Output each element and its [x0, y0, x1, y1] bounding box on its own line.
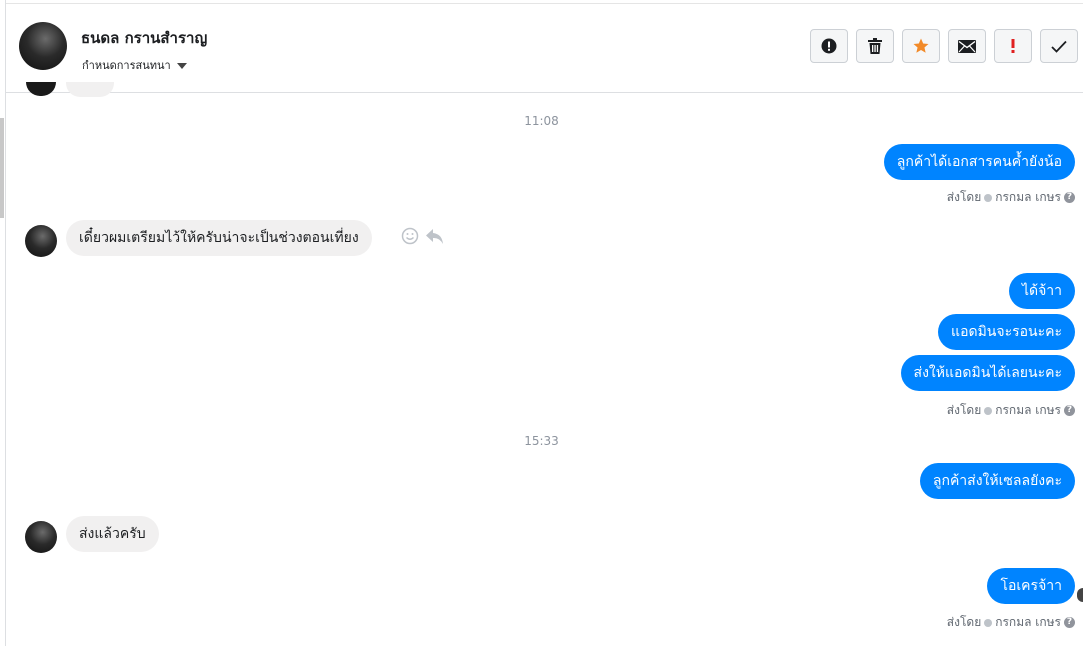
important-button[interactable]: [994, 29, 1032, 63]
schedule-label: กำหนดการสนทนา: [82, 59, 171, 72]
message-outgoing[interactable]: แอดมินจะรอนะคะ: [938, 314, 1075, 350]
avatar[interactable]: [25, 521, 57, 553]
reply-button[interactable]: [425, 228, 444, 250]
caret-down-icon: [176, 62, 187, 69]
mail-icon: [958, 39, 976, 53]
sent-by: ส่งโดย กรกมล เกษร ?: [947, 188, 1075, 207]
done-button[interactable]: [1040, 29, 1078, 63]
check-icon: [1051, 40, 1067, 53]
sender-name[interactable]: กรกมล เกษร: [995, 613, 1061, 632]
trash-icon: [868, 38, 882, 54]
help-icon[interactable]: ?: [1064, 192, 1075, 203]
message-outgoing[interactable]: โอเครจ้าา: [987, 568, 1075, 604]
sent-by: ส่งโดย กรกมล เกษร ?: [947, 401, 1075, 420]
message-incoming[interactable]: เดี๋ยวผมเตรียมไว้ให้ครับน่าจะเป็นช่วงตอน…: [66, 220, 372, 256]
message-incoming[interactable]: ส่งแล้วครับ: [66, 516, 159, 552]
left-panel-edge: [0, 0, 6, 646]
avatar[interactable]: [25, 225, 57, 257]
important-icon: [1011, 39, 1015, 53]
sender-name[interactable]: กรกมล เกษร: [995, 401, 1061, 420]
sender-name[interactable]: กรกมล เกษร: [995, 188, 1061, 207]
reply-icon: [426, 229, 443, 244]
admin-icon: [984, 193, 993, 202]
admin-icon: [984, 618, 993, 627]
read-receipt: [1077, 588, 1083, 602]
star-icon: [913, 38, 929, 53]
mail-button[interactable]: [948, 29, 986, 63]
admin-icon: [984, 406, 993, 415]
sent-by-label: ส่งโดย: [946, 403, 982, 417]
scrollbar[interactable]: [0, 118, 4, 218]
toolbar: [810, 29, 1078, 63]
star-button[interactable]: [902, 29, 940, 63]
avatar[interactable]: [19, 22, 67, 70]
message-outgoing[interactable]: ลูกค้าได้เอกสารคนค้ำยังน้อ: [883, 144, 1075, 180]
sent-by-label: ส่งโดย: [946, 615, 982, 629]
avatar: [26, 82, 56, 96]
sent-by: ส่งโดย กรกมล เกษร ?: [947, 613, 1075, 632]
timestamp: 15:33: [524, 434, 559, 448]
conversation-schedule[interactable]: กำหนดการสนทนา: [82, 56, 187, 74]
report-icon: [821, 38, 837, 54]
conversation-header: ธนดล กรานสำราญ กำหนดการสนทนา: [6, 3, 1083, 93]
message-outgoing[interactable]: ส่งให้แอดมินได้เลยนะคะ: [900, 355, 1075, 391]
delete-button[interactable]: [856, 29, 894, 63]
message-outgoing[interactable]: ลูกค้าส่งให้เซลลยังคะ: [919, 463, 1075, 499]
help-icon[interactable]: ?: [1064, 405, 1075, 416]
contact-name[interactable]: ธนดล กรานสำราญ: [81, 26, 207, 50]
sent-by-label: ส่งโดย: [946, 190, 982, 204]
react-button[interactable]: [401, 227, 419, 250]
help-icon[interactable]: ?: [1064, 617, 1075, 628]
timestamp: 11:08: [524, 114, 559, 128]
smiley-icon: [401, 227, 419, 245]
message-incoming: [66, 82, 114, 97]
report-button[interactable]: [810, 29, 848, 63]
message-outgoing[interactable]: ได้จ้าา: [1008, 273, 1075, 309]
